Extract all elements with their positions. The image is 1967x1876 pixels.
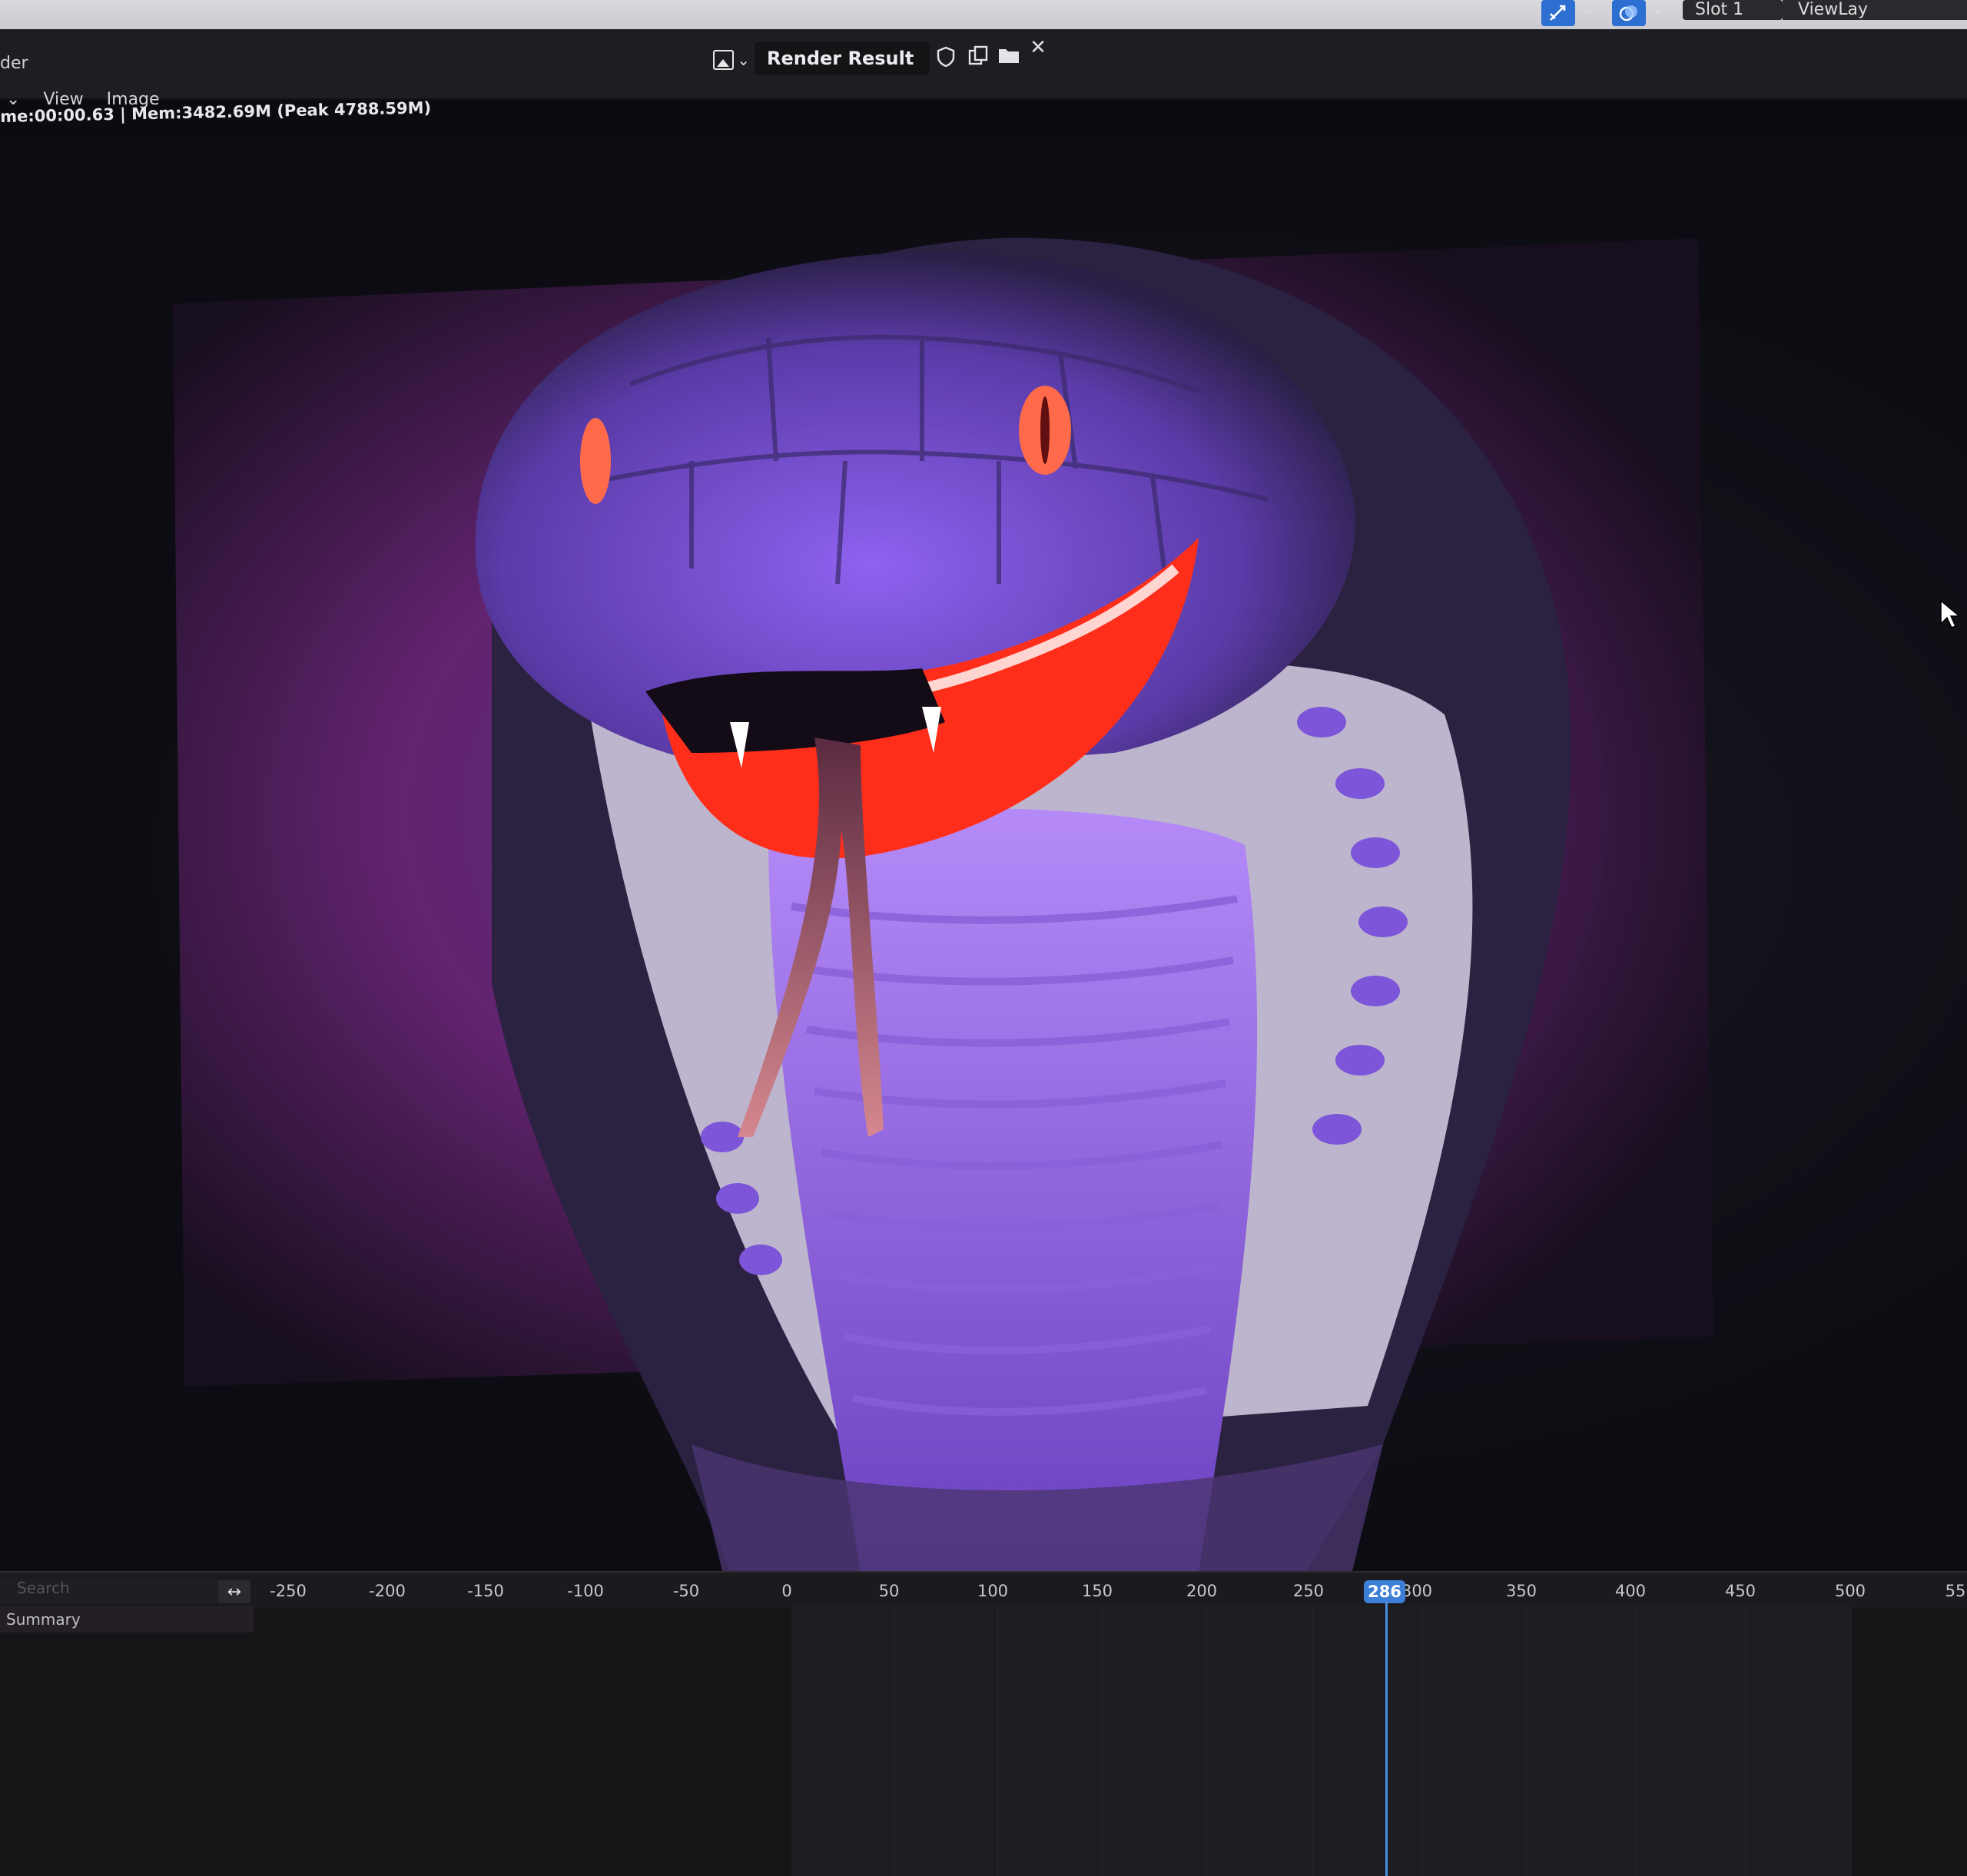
search-input[interactable]: Search (0, 1579, 223, 1603)
frame-tick: -250 (270, 1582, 307, 1600)
chevron-down-icon: ⌄ (737, 51, 750, 69)
frame-tick: 300 (1401, 1582, 1433, 1600)
chevron-down-icon[interactable]: ⌄ (1581, 2, 1593, 18)
frame-tick: 400 (1614, 1582, 1647, 1600)
chevron-down-icon[interactable]: ⌄ (1652, 2, 1663, 18)
frame-tick: 450 (1724, 1582, 1756, 1600)
frame-tick: 250 (1292, 1582, 1325, 1600)
chevron-down-icon[interactable]: ⌄ (6, 90, 20, 109)
view-layer-selector[interactable]: ViewLay (1783, 0, 1967, 20)
frame-tick: -100 (567, 1582, 604, 1600)
swap-arrows-button[interactable]: ↔ (218, 1580, 250, 1603)
folder-icon[interactable] (994, 40, 1023, 71)
summary-channel[interactable]: Summary (0, 1606, 254, 1632)
frame-tick: -200 (369, 1582, 406, 1600)
playhead-line[interactable] (1385, 1602, 1388, 1876)
duplicate-icon[interactable] (964, 40, 993, 71)
current-frame-indicator[interactable]: 286 (1364, 1580, 1405, 1603)
timeline-editor: Search ↔ -250 -200 -150 -100 -50 0 50 10… (0, 1571, 1967, 1876)
shield-icon[interactable] (931, 41, 960, 72)
scene-frame-range (791, 1606, 1852, 1876)
frame-tick: 150 (1081, 1582, 1113, 1600)
frame-tick: 0 (781, 1582, 792, 1600)
slot-selector[interactable]: Slot 1 (1683, 0, 1783, 20)
frame-tick: 200 (1186, 1582, 1218, 1600)
frame-tick: 500 (1834, 1582, 1866, 1600)
frame-tick: -150 (467, 1582, 504, 1600)
render-result-image (173, 237, 1713, 1571)
close-icon[interactable]: ✕ (1023, 32, 1053, 63)
image-name-field[interactable]: Render Result (755, 41, 930, 75)
image-icon (713, 50, 735, 70)
frame-tick: 55 (1945, 1582, 1966, 1600)
frame-tick: 350 (1505, 1582, 1537, 1600)
browse-image-button[interactable]: ⌄ (713, 45, 750, 75)
window-title: der (0, 54, 28, 73)
frame-ruler[interactable]: Search ↔ -250 -200 -150 -100 -50 0 50 10… (0, 1571, 1967, 1608)
display-channels-icon[interactable] (1612, 0, 1646, 26)
sample-tool-icon[interactable] (1541, 0, 1575, 26)
mouse-cursor-icon (1940, 599, 1962, 628)
frame-tick: -50 (672, 1582, 700, 1600)
render-viewport[interactable] (0, 138, 1967, 1571)
frame-tick: 100 (977, 1582, 1009, 1600)
frame-tick: 50 (878, 1582, 900, 1600)
